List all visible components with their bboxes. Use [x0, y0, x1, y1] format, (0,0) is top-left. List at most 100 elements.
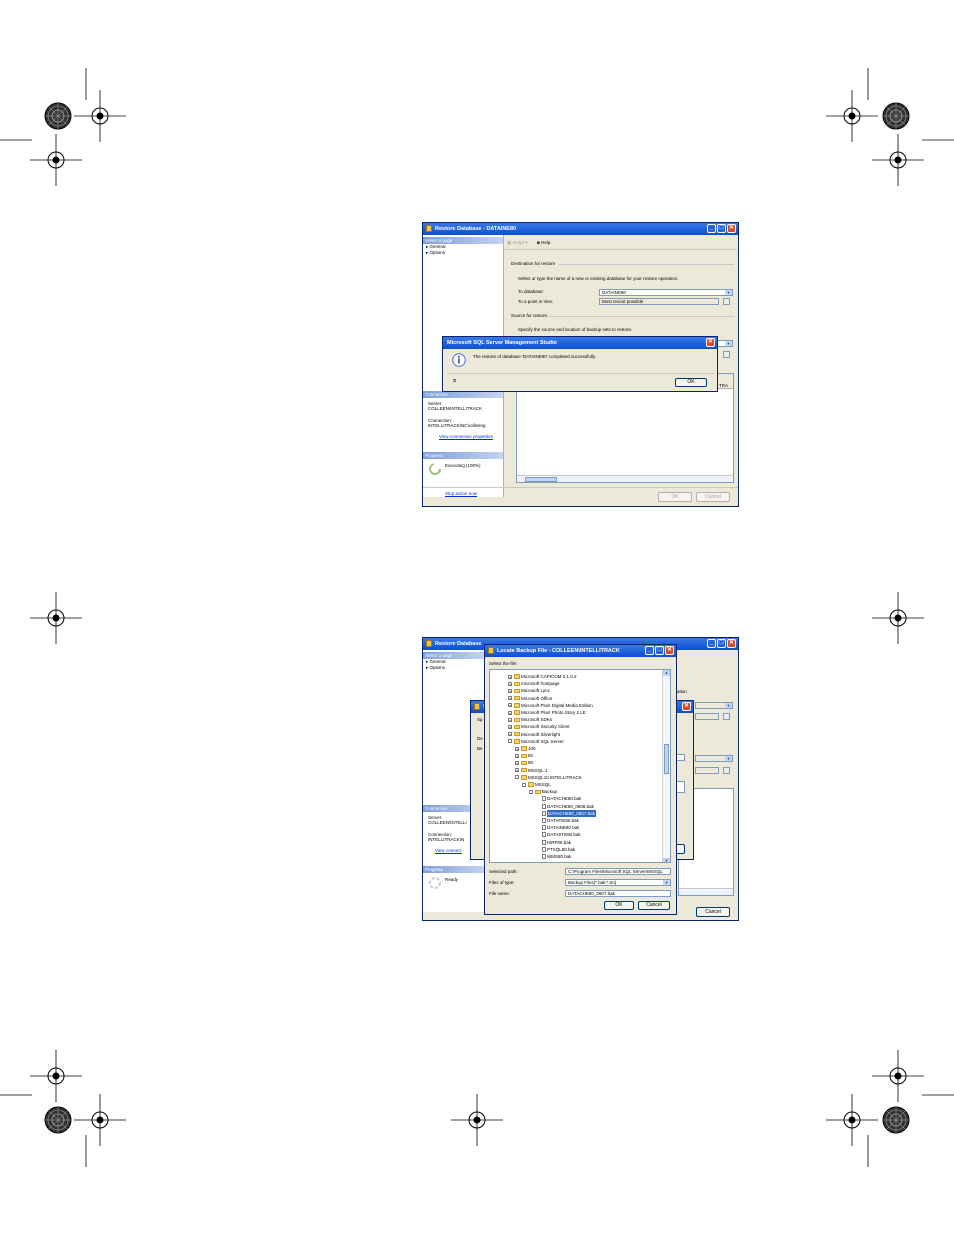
minimize-button[interactable]: _: [645, 646, 654, 655]
expand-icon[interactable]: +: [508, 681, 512, 686]
file-tree[interactable]: + Microsoft CAPICOM 2.1.0.2 + microsoft fro…: [489, 669, 671, 863]
message-text: The restore of database 'DATAINE80' comp…: [473, 354, 597, 359]
tree-folder-item[interactable]: - MSSQL10.INTELLITRACK: [515, 774, 582, 781]
bg-fragment-ation: ation: [677, 689, 687, 694]
tree-folder-item[interactable]: + Binn: [529, 860, 551, 862]
expand-icon[interactable]: +: [515, 753, 519, 758]
horizontal-scrollbar[interactable]: [517, 475, 733, 482]
tree-folder-item[interactable]: + Microsoft Plus! Digital Media Edition: [508, 702, 593, 709]
bg-browse-button[interactable]: [723, 713, 730, 720]
tree-file-item[interactable]: WMS80.bak: [536, 853, 572, 860]
vertical-scrollbar[interactable]: ▲ ▼: [662, 670, 670, 862]
collapse-icon[interactable]: -: [515, 775, 519, 780]
expand-icon[interactable]: +: [508, 674, 512, 679]
source-browse-button[interactable]: [723, 351, 730, 358]
expand-icon[interactable]: +: [529, 861, 533, 862]
chevron-down-icon[interactable]: ▼: [663, 880, 670, 885]
file-icon: [541, 832, 546, 838]
collapse-icon[interactable]: -: [508, 739, 512, 744]
maximize-button[interactable]: □: [655, 646, 664, 655]
locate-cancel-button[interactable]: Cancel: [638, 901, 670, 910]
collapse-icon[interactable]: -: [522, 782, 526, 787]
tree-file-item[interactable]: DATAFIE80.bak: [536, 817, 579, 824]
message-ok-button[interactable]: OK: [675, 378, 707, 387]
page-options[interactable]: ▸ Options: [426, 665, 445, 671]
close-button[interactable]: ✕: [682, 702, 691, 711]
expand-icon[interactable]: +: [508, 717, 512, 722]
tree-folder-item[interactable]: + Microsoft SDKs: [508, 716, 552, 723]
tree-folder-item[interactable]: + MSSQL.1: [515, 767, 548, 774]
tree-file-item[interactable]: DATAINE80.bak: [536, 824, 579, 831]
expand-icon[interactable]: +: [515, 760, 519, 765]
bg-browse-button-2[interactable]: [723, 767, 730, 774]
locate-title-bar[interactable]: Locate Backup File - COLLEEN\INTELLITRAC…: [485, 645, 676, 657]
bg-cancel-button[interactable]: Cancel: [696, 907, 730, 917]
locate-ok-button[interactable]: OK: [604, 901, 634, 910]
tree-file-item[interactable]: ISRP08.bak: [536, 839, 571, 846]
cancel-button[interactable]: Cancel: [696, 492, 730, 502]
tree-folder-item[interactable]: - MSSQL: [522, 781, 551, 788]
minimize-button[interactable]: _: [707, 639, 716, 648]
tree-item-label: DATAINE80.bak: [547, 825, 580, 831]
tree-folder-item[interactable]: + Microsoft Security Client: [508, 723, 570, 730]
maximize-button[interactable]: □: [717, 224, 726, 233]
tree-file-item[interactable]: DATACHE80.bak: [536, 795, 581, 802]
close-button[interactable]: ✕: [727, 224, 736, 233]
destination-desc: Select or type the name of a new or exis…: [518, 276, 679, 281]
tree-folder-item[interactable]: +90: [515, 759, 533, 766]
tree-file-item[interactable]: PTSQL80.bak: [536, 846, 575, 853]
maximize-button[interactable]: □: [717, 639, 726, 648]
chevron-down-icon[interactable]: ▼: [725, 290, 732, 295]
script-button[interactable]: ▦ Script ▾: [507, 240, 528, 246]
tree-folder-item[interactable]: +80: [515, 752, 533, 759]
expand-icon[interactable]: +: [508, 732, 512, 737]
expand-icon[interactable]: +: [508, 688, 512, 693]
tree-item-label: MSSQL: [535, 782, 551, 788]
tree-folder-item[interactable]: + Microsoft Plus! Photo Story 2 LE: [508, 709, 586, 716]
view-connection-properties-link[interactable]: View connection properties: [439, 434, 493, 440]
scrollbar-thumb[interactable]: [664, 744, 669, 774]
tree-folder-item[interactable]: - Backup: [529, 788, 557, 795]
tree-file-item[interactable]: DATACHE80_0607.bak: [536, 809, 596, 817]
expand-icon[interactable]: +: [515, 768, 519, 773]
window-title-bar[interactable]: Restore Database - DATAINE80 _ □ ✕: [423, 223, 738, 235]
ok-button[interactable]: OK: [658, 492, 692, 502]
expand-icon[interactable]: +: [515, 746, 519, 751]
stop-action-link[interactable]: Stop action now: [445, 491, 477, 497]
help-button[interactable]: ◙ Help: [537, 240, 550, 246]
tree-item-label: DATACHE80.bak: [547, 796, 582, 802]
file-icon: [541, 825, 546, 831]
tree-folder-item[interactable]: + Microsoft CAPICOM 2.1.0.2: [508, 673, 577, 680]
database-icon: [426, 640, 432, 647]
files-of-type-combo[interactable]: Backup Files(*.bak;*.tm) ▼: [565, 879, 671, 886]
registration-crosshair-icon: [871, 133, 925, 187]
tree-folder-item[interactable]: + Microsoft Lync: [508, 687, 550, 694]
close-button[interactable]: ✕: [665, 646, 674, 655]
expand-icon[interactable]: +: [508, 696, 512, 701]
tree-folder-item[interactable]: - Microsoft SQL Server: [508, 738, 564, 745]
view-connection-properties-link[interactable]: View connect: [435, 848, 462, 854]
close-button[interactable]: ✕: [706, 338, 715, 347]
tree-folder-item[interactable]: + Microsoft Silverlight: [508, 731, 560, 738]
page-options[interactable]: ▸ Options: [426, 250, 445, 256]
expand-icon[interactable]: +: [508, 710, 512, 715]
point-in-time-browse-button[interactable]: [723, 298, 730, 305]
folder-icon: [520, 753, 527, 759]
expand-icon[interactable]: +: [508, 703, 512, 708]
tree-file-item[interactable]: DATASTE80.bak: [536, 831, 581, 838]
file-name-input[interactable]: DATACHE80_0607.bak: [565, 890, 671, 897]
horizontal-scrollbar[interactable]: [679, 888, 733, 895]
close-button[interactable]: ✕: [727, 639, 736, 648]
expand-icon[interactable]: +: [508, 724, 512, 729]
tree-folder-item[interactable]: + Microsoft Office: [508, 695, 552, 702]
tree-folder-item[interactable]: + microsoft frontpage: [508, 680, 560, 687]
to-database-combo[interactable]: DATAINE80 ▼: [599, 289, 733, 296]
copy-icon[interactable]: ⧉: [453, 378, 456, 384]
tree-folder-item[interactable]: +100: [515, 745, 536, 752]
minimize-button[interactable]: _: [707, 224, 716, 233]
message-box-title-bar[interactable]: Microsoft SQL Server Management Studio ✕: [443, 337, 717, 349]
selected-path-field[interactable]: C:\Program Files\Microsoft SQL Server\MS…: [565, 868, 671, 875]
tree-file-item[interactable]: DATACHE80_0608.bak: [536, 803, 594, 810]
collapse-icon[interactable]: -: [529, 789, 533, 794]
chevron-down-icon[interactable]: ▼: [725, 341, 732, 346]
